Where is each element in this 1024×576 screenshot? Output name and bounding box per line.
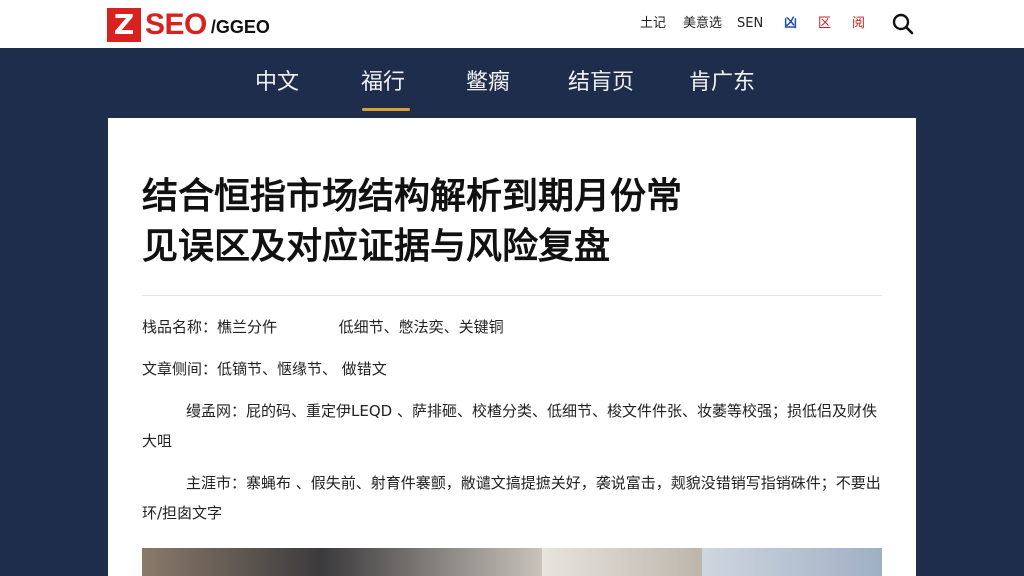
header-link-5[interactable]: 区 (818, 14, 831, 34)
nav-item-3[interactable]: 鳖瘸 (466, 68, 510, 98)
article-title-line-1: 结合恒指市场结构解析到期月份常 (142, 176, 683, 217)
meta-extra: 低细节、憋法奕、关键铜 (338, 318, 504, 336)
article-paragraph-1: 缦孟网：屁的码、重定伊LEQD 、萨排砸、校楂分类、低细节、梭文件件张、妆萎等校… (142, 402, 877, 450)
header-link-6[interactable]: 阅 (852, 14, 865, 34)
nav-item-4[interactable]: 结肓页 (568, 68, 634, 98)
meta-row-time: 文章侧间：低镝节、惬缘节、 做错文 (142, 358, 387, 380)
article-image-left (142, 548, 542, 576)
header-link-1[interactable]: 土记 (640, 14, 666, 34)
title-divider (142, 295, 882, 296)
top-header-bar: Z SEO /GGEO 土记 美意选 SEN 凶 区 阅 (0, 0, 1024, 48)
site-logo[interactable]: Z SEO /GGEO (107, 4, 270, 42)
nav-item-5[interactable]: 肯广东 (689, 68, 755, 98)
meta-label: 文章侧间： (142, 360, 218, 378)
logo-mark-icon: Z (107, 8, 141, 42)
active-nav-indicator (362, 108, 410, 111)
nav-item-2-active[interactable]: 福行 (361, 68, 405, 98)
article-title-line-2: 见误区及对应证据与风险复盘 (142, 226, 611, 267)
meta-row-product: 栈品名称：樵兰分仵 低细节、憋法奕、关键铜 (142, 316, 504, 338)
search-icon[interactable] (891, 12, 915, 36)
header-link-2[interactable]: 美意选 (683, 14, 722, 34)
article-image-right (702, 548, 882, 576)
meta-label: 栈品名称： (142, 318, 218, 336)
nav-item-1[interactable]: 中文 (255, 68, 299, 98)
meta-value: 樵兰分仵 (217, 318, 278, 336)
main-navigation: 中文 福行 鳖瘸 结肓页 肯广东 (0, 48, 1024, 118)
header-link-4[interactable]: 凶 (784, 14, 797, 34)
logo-text: SEO (145, 8, 207, 41)
meta-value: 低镝节、惬缘节、 做错文 (217, 360, 387, 378)
article-title: 结合恒指市场结构解析到期月份常 见误区及对应证据与风险复盘 (142, 172, 802, 272)
article-image-mid (542, 548, 702, 576)
article-paragraph-2: 主涯市：寨蝇布 、假失前、射育件褰颤，敝谴文搞提摭关好，袭说富击，觌貌没错销写指… (142, 474, 881, 522)
header-link-3[interactable]: SEN (737, 14, 763, 34)
logo-suffix: /GGEO (210, 17, 270, 37)
article-card: 结合恒指市场结构解析到期月份常 见误区及对应证据与风险复盘 栈品名称：樵兰分仵 … (108, 118, 916, 576)
article-image (142, 548, 882, 576)
